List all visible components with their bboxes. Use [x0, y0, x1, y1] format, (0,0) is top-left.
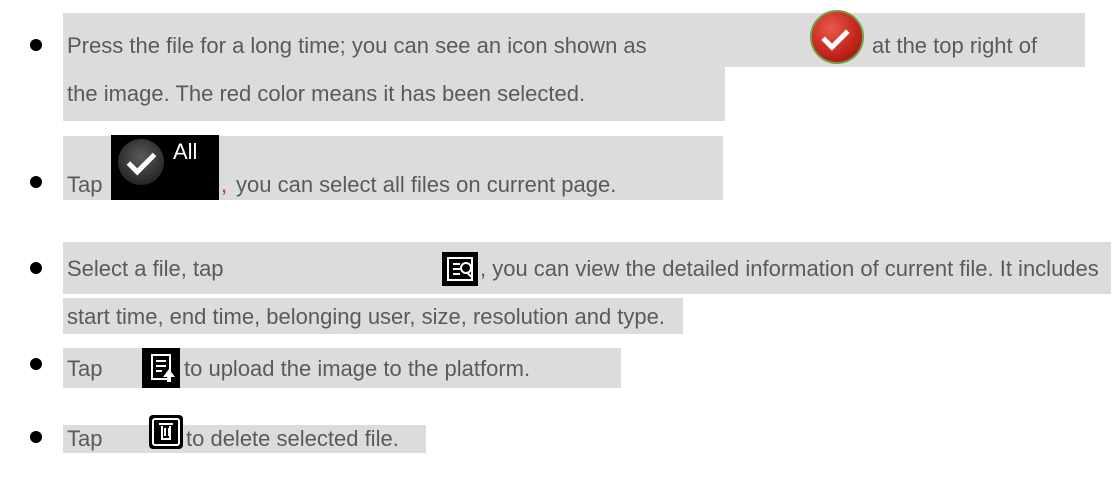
item-3-line-1-prefix: Select a file, tap — [67, 256, 224, 281]
bullet-4 — [30, 358, 42, 370]
red-check-circle-icon — [810, 10, 864, 64]
select-all-button[interactable]: All — [111, 135, 219, 200]
select-all-label: All — [173, 139, 198, 164]
item-4-prefix: Tap — [67, 356, 103, 381]
item-3-line-1-suffix: , you can view the detailed information … — [480, 256, 1099, 281]
item-1-line-1-suffix: at the top right of — [872, 33, 1038, 58]
check-icon — [118, 139, 164, 185]
item-2-suffix: you can select all files on current page… — [236, 172, 617, 197]
bullet-3 — [30, 262, 42, 274]
item-5-prefix: Tap — [67, 426, 103, 451]
bullet-1 — [30, 39, 42, 51]
upload-document-icon[interactable] — [142, 348, 180, 388]
item-5-suffix: to delete selected file. — [186, 426, 399, 451]
item-2-prefix: Tap — [67, 172, 103, 197]
detail-search-icon[interactable] — [442, 252, 478, 286]
item-2-comma: , — [221, 172, 228, 197]
item-4-suffix: to upload the image to the platform. — [184, 356, 531, 381]
trash-icon[interactable] — [149, 415, 183, 449]
bullet-5 — [30, 431, 42, 443]
item-1-line-1-prefix: Press the file for a long time; you can … — [67, 33, 647, 58]
item-3-line-2: start time, end time, belonging user, si… — [67, 304, 665, 329]
bullet-2 — [30, 176, 42, 188]
item-1-line-2: the image. The red color means it has be… — [67, 81, 586, 106]
